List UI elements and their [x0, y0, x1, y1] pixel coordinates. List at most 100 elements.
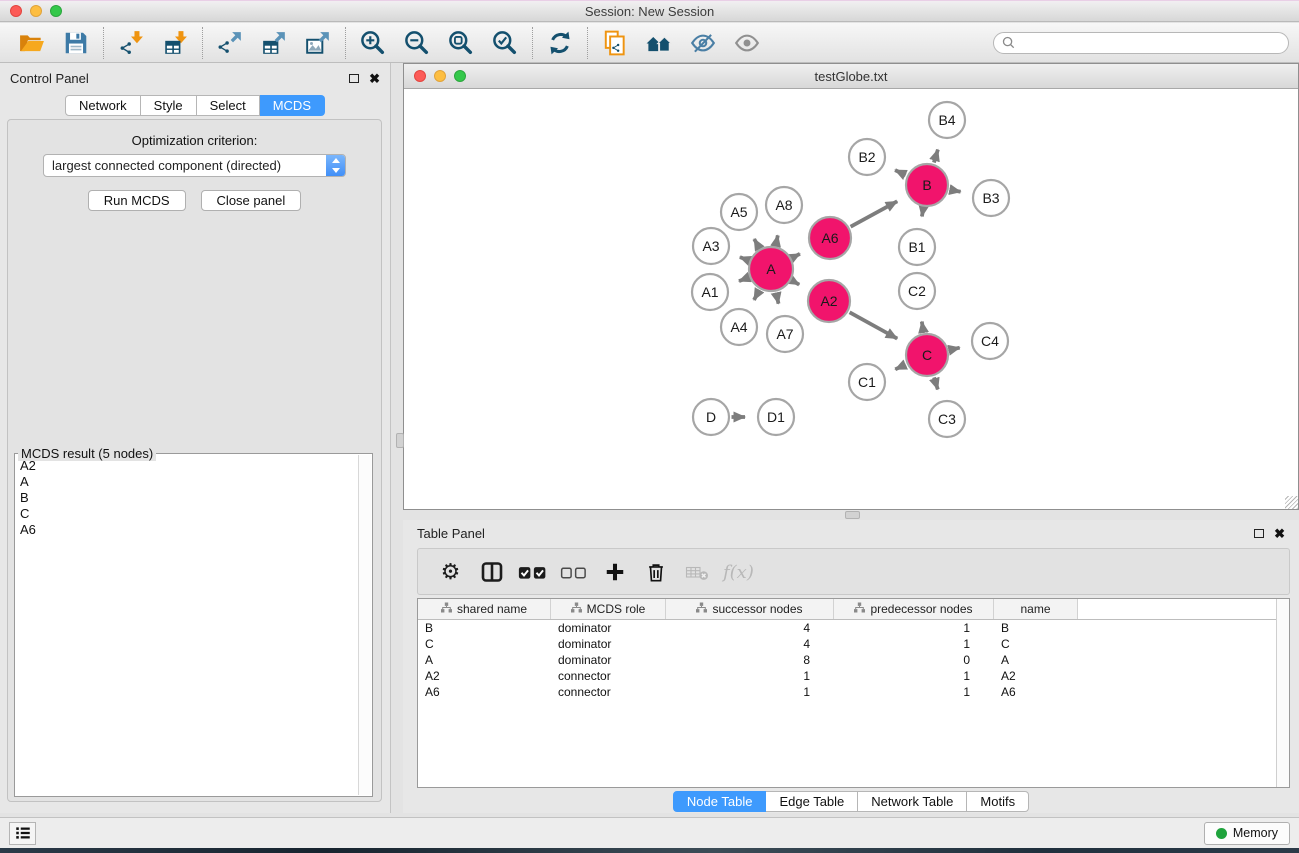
select-all-icon[interactable]: [514, 554, 551, 590]
toolbar-separator: [202, 27, 203, 59]
graph-node-label-B3: B3: [982, 190, 999, 206]
settings-gear-icon[interactable]: ⚙: [432, 554, 469, 590]
graph-edge-A-A3[interactable]: [740, 257, 748, 260]
column-header-predecessor-nodes[interactable]: predecessor nodes: [834, 599, 994, 619]
close-table-panel-icon[interactable]: ✖: [1274, 527, 1285, 540]
refresh-icon[interactable]: [538, 25, 582, 61]
import-table-icon[interactable]: [153, 25, 197, 61]
table-row[interactable]: Adominator80A: [418, 652, 1289, 668]
float-panel-icon[interactable]: [349, 74, 359, 83]
graph-node-label-A8: A8: [775, 197, 792, 213]
graph-edge-B-B3[interactable]: [950, 190, 961, 192]
memory-status-icon: [1216, 828, 1227, 839]
table-row[interactable]: A6connector11A6: [418, 684, 1289, 700]
zoom-out-icon[interactable]: [395, 25, 439, 61]
home-icon[interactable]: [637, 25, 681, 61]
result-scrollbar[interactable]: [358, 455, 371, 795]
result-item[interactable]: B: [17, 490, 357, 506]
graph-edge-B-B2[interactable]: [895, 170, 906, 175]
vertical-splitter-handle[interactable]: [396, 433, 404, 448]
table-scrollbar[interactable]: [1276, 599, 1289, 787]
table-row[interactable]: A2connector11A2: [418, 668, 1289, 684]
graph-edge-C-C1[interactable]: [895, 365, 905, 370]
zoom-in-icon[interactable]: [351, 25, 395, 61]
float-table-panel-icon[interactable]: [1254, 529, 1264, 538]
graph-edge-A-A4[interactable]: [754, 291, 759, 300]
graph-edge-B-B1[interactable]: [922, 208, 923, 216]
graph-node-label-B2: B2: [858, 149, 875, 165]
delete-column-icon[interactable]: [637, 554, 674, 590]
search-box[interactable]: [993, 32, 1289, 54]
run-mcds-button[interactable]: Run MCDS: [88, 190, 186, 211]
graph-edge-A-A7[interactable]: [776, 293, 778, 304]
column-header-shared-name[interactable]: shared name: [418, 599, 551, 619]
result-item[interactable]: A2: [17, 458, 357, 474]
result-item[interactable]: C: [17, 506, 357, 522]
network-canvas[interactable]: B4B2BB3A5A8A6A3B1AA1C2A2A4A7CC4C1C3DD1: [404, 89, 1298, 509]
graph-edge-A-A6[interactable]: [793, 254, 800, 258]
graph-edge-A-A8[interactable]: [776, 235, 778, 245]
tab-network-table[interactable]: Network Table: [858, 791, 967, 812]
table-cell: B: [994, 621, 1078, 635]
folder-open-icon[interactable]: [10, 25, 54, 61]
window-titlebar: Session: New Session: [0, 0, 1299, 22]
result-item[interactable]: A: [17, 474, 357, 490]
memory-button[interactable]: Memory: [1204, 822, 1290, 845]
result-item[interactable]: A6: [17, 522, 357, 538]
task-history-button[interactable]: [9, 822, 36, 845]
graph-edge-A-A2[interactable]: [793, 281, 800, 285]
close-panel-icon[interactable]: ✖: [369, 72, 380, 85]
criterion-select[interactable]: largest connected component (directed): [43, 154, 346, 177]
column-header-name[interactable]: name: [994, 599, 1078, 619]
import-network-icon[interactable]: [109, 25, 153, 61]
deselect-all-icon[interactable]: [555, 554, 592, 590]
tab-node-table[interactable]: Node Table: [673, 791, 767, 812]
toolbar-separator: [587, 27, 588, 59]
attribute-icon: [441, 602, 452, 616]
graph-edge-A6-B[interactable]: [851, 201, 898, 226]
graph-edge-A-A1[interactable]: [739, 278, 748, 282]
table-cell: A: [418, 653, 551, 667]
column-header-successor-nodes[interactable]: successor nodes: [666, 599, 834, 619]
graph-node-label-A5: A5: [730, 204, 747, 220]
horizontal-splitter-handle[interactable]: [845, 511, 860, 519]
table-cell: dominator: [551, 637, 666, 651]
table-cell: A6: [418, 685, 551, 699]
hide-details-icon[interactable]: [681, 25, 725, 61]
tab-style[interactable]: Style: [141, 95, 197, 116]
tab-mcds[interactable]: MCDS: [260, 95, 325, 116]
resize-grip[interactable]: [1285, 496, 1298, 509]
column-browser-icon[interactable]: [473, 554, 510, 590]
table-row[interactable]: Bdominator41B: [418, 620, 1289, 636]
attribute-icon: [696, 602, 707, 616]
graph-edge-A-A5[interactable]: [754, 239, 759, 248]
save-icon[interactable]: [54, 25, 98, 61]
export-image-icon[interactable]: [296, 25, 340, 61]
add-column-icon[interactable]: [596, 554, 633, 590]
zoom-fit-icon[interactable]: [439, 25, 483, 61]
graph-edge-C-C3[interactable]: [934, 377, 938, 389]
close-panel-button[interactable]: Close panel: [201, 190, 302, 211]
graph-edge-B-B4[interactable]: [934, 150, 938, 163]
column-header-MCDS-role[interactable]: MCDS role: [551, 599, 666, 619]
table-cell: A6: [994, 685, 1078, 699]
network-file-icon[interactable]: [593, 25, 637, 61]
table-row[interactable]: Cdominator41C: [418, 636, 1289, 652]
zoom-selected-icon[interactable]: [483, 25, 527, 61]
tab-motifs[interactable]: Motifs: [967, 791, 1029, 812]
graph-edge-C-C2[interactable]: [922, 322, 924, 332]
graph-node-label-A4: A4: [730, 319, 747, 335]
export-table-icon[interactable]: [252, 25, 296, 61]
tab-edge-table[interactable]: Edge Table: [766, 791, 858, 812]
graph-edge-C-C4[interactable]: [950, 348, 960, 350]
table-header: shared nameMCDS rolesuccessor nodesprede…: [418, 599, 1289, 620]
network-graph: B4B2BB3A5A8A6A3B1AA1C2A2A4A7CC4C1C3DD1: [404, 89, 1298, 509]
search-input[interactable]: [1020, 36, 1280, 50]
graph-edge-A2-C[interactable]: [850, 312, 898, 338]
export-network-icon[interactable]: [208, 25, 252, 61]
control-panel-title: Control Panel: [10, 71, 89, 86]
tab-select[interactable]: Select: [197, 95, 260, 116]
criterion-value: largest connected component (directed): [52, 158, 281, 173]
show-details-icon[interactable]: [725, 25, 769, 61]
tab-network[interactable]: Network: [65, 95, 141, 116]
